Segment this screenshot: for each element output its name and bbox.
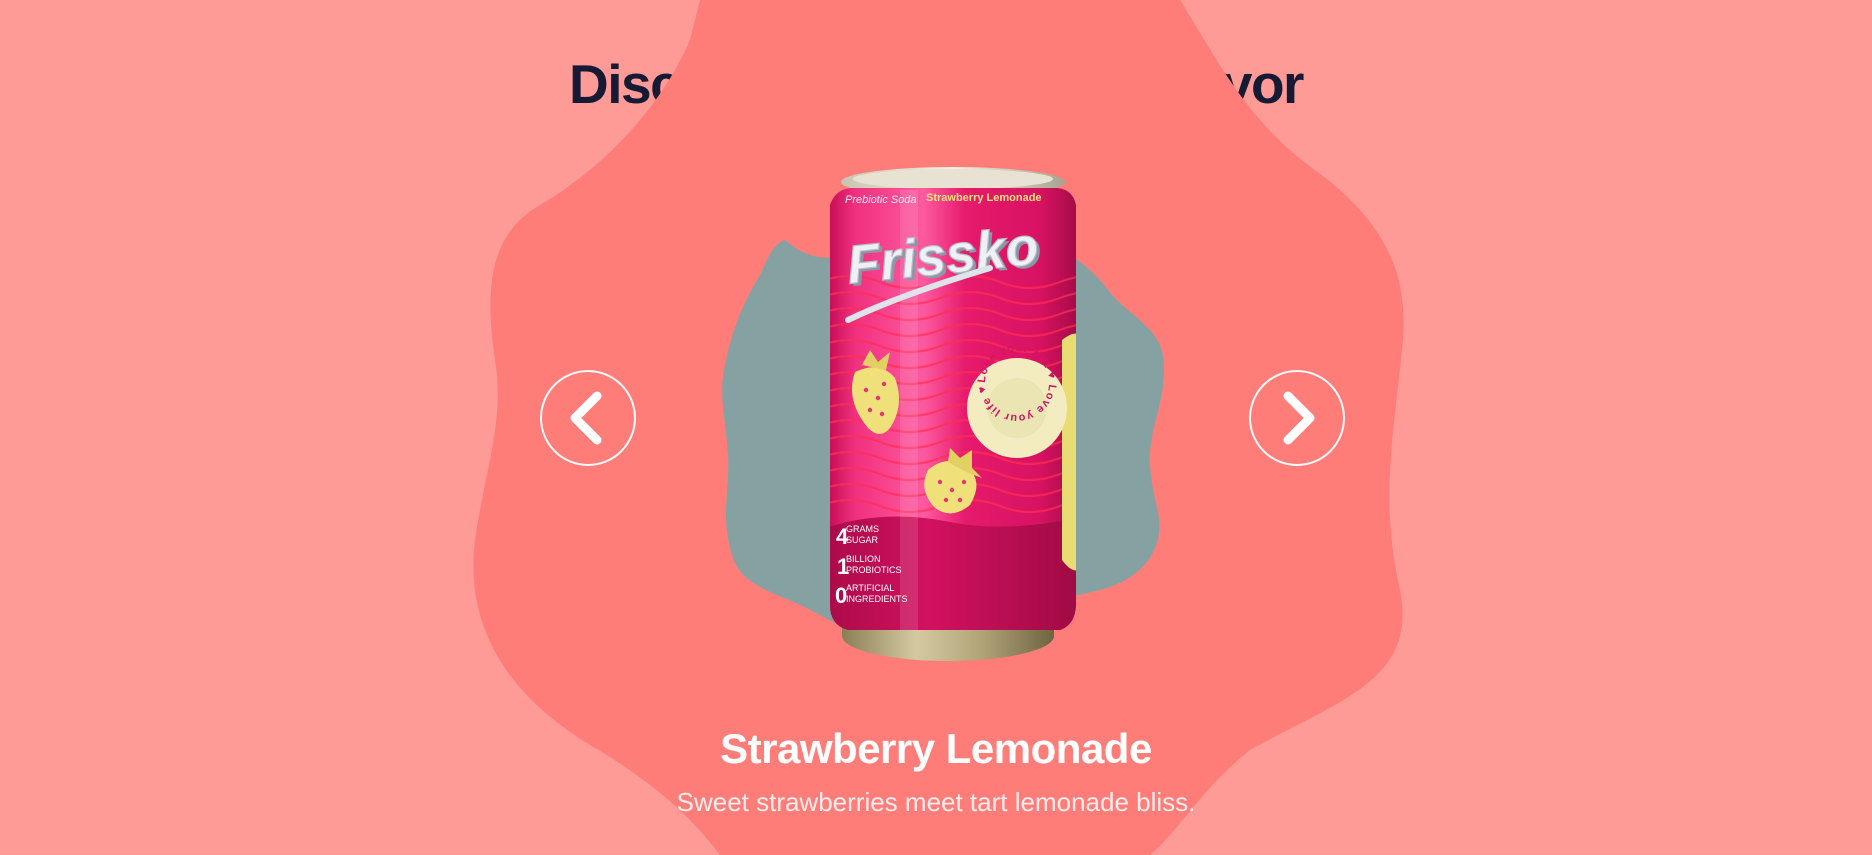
chevron-right-icon <box>1283 391 1315 445</box>
can-rim-text-left: Prebiotic Soda <box>845 194 917 206</box>
stat-label: ARTIFICIAL <box>846 583 894 593</box>
can-rim-text-right: Strawberry Lemonade <box>926 192 1042 204</box>
stat-label: GRAMS <box>846 524 879 534</box>
prev-flavor-button[interactable] <box>540 370 636 466</box>
stat-label: PROBIOTICS <box>846 565 902 575</box>
flavor-description: Sweet strawberries meet tart lemonade bl… <box>676 787 1196 817</box>
stat-label: BILLION <box>846 554 881 564</box>
stat-label: SUGAR <box>846 535 879 545</box>
chevron-left-icon <box>570 391 602 445</box>
stat-label: INGREDIENTS <box>846 594 908 604</box>
product-can: Prebiotic Soda Strawberry Lemonade Friss… <box>830 167 1076 661</box>
flavor-name: Strawberry Lemonade <box>720 725 1152 772</box>
next-flavor-button[interactable] <box>1249 370 1345 466</box>
